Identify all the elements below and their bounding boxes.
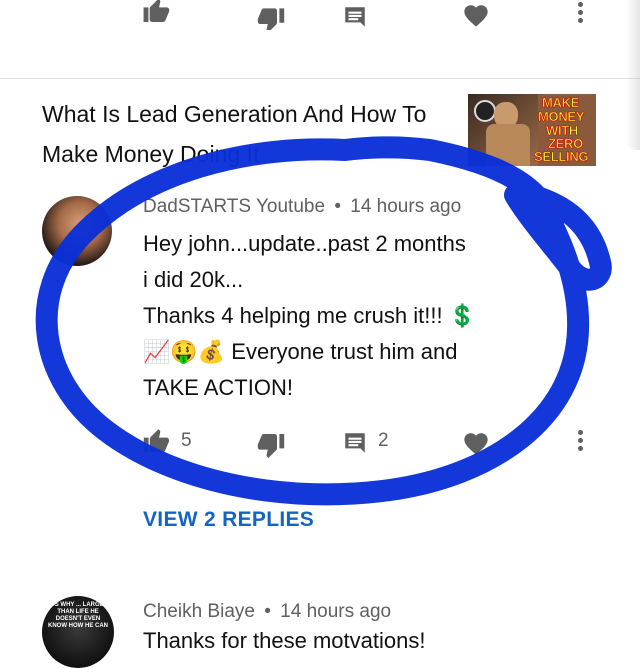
annotation-circle xyxy=(35,136,612,506)
